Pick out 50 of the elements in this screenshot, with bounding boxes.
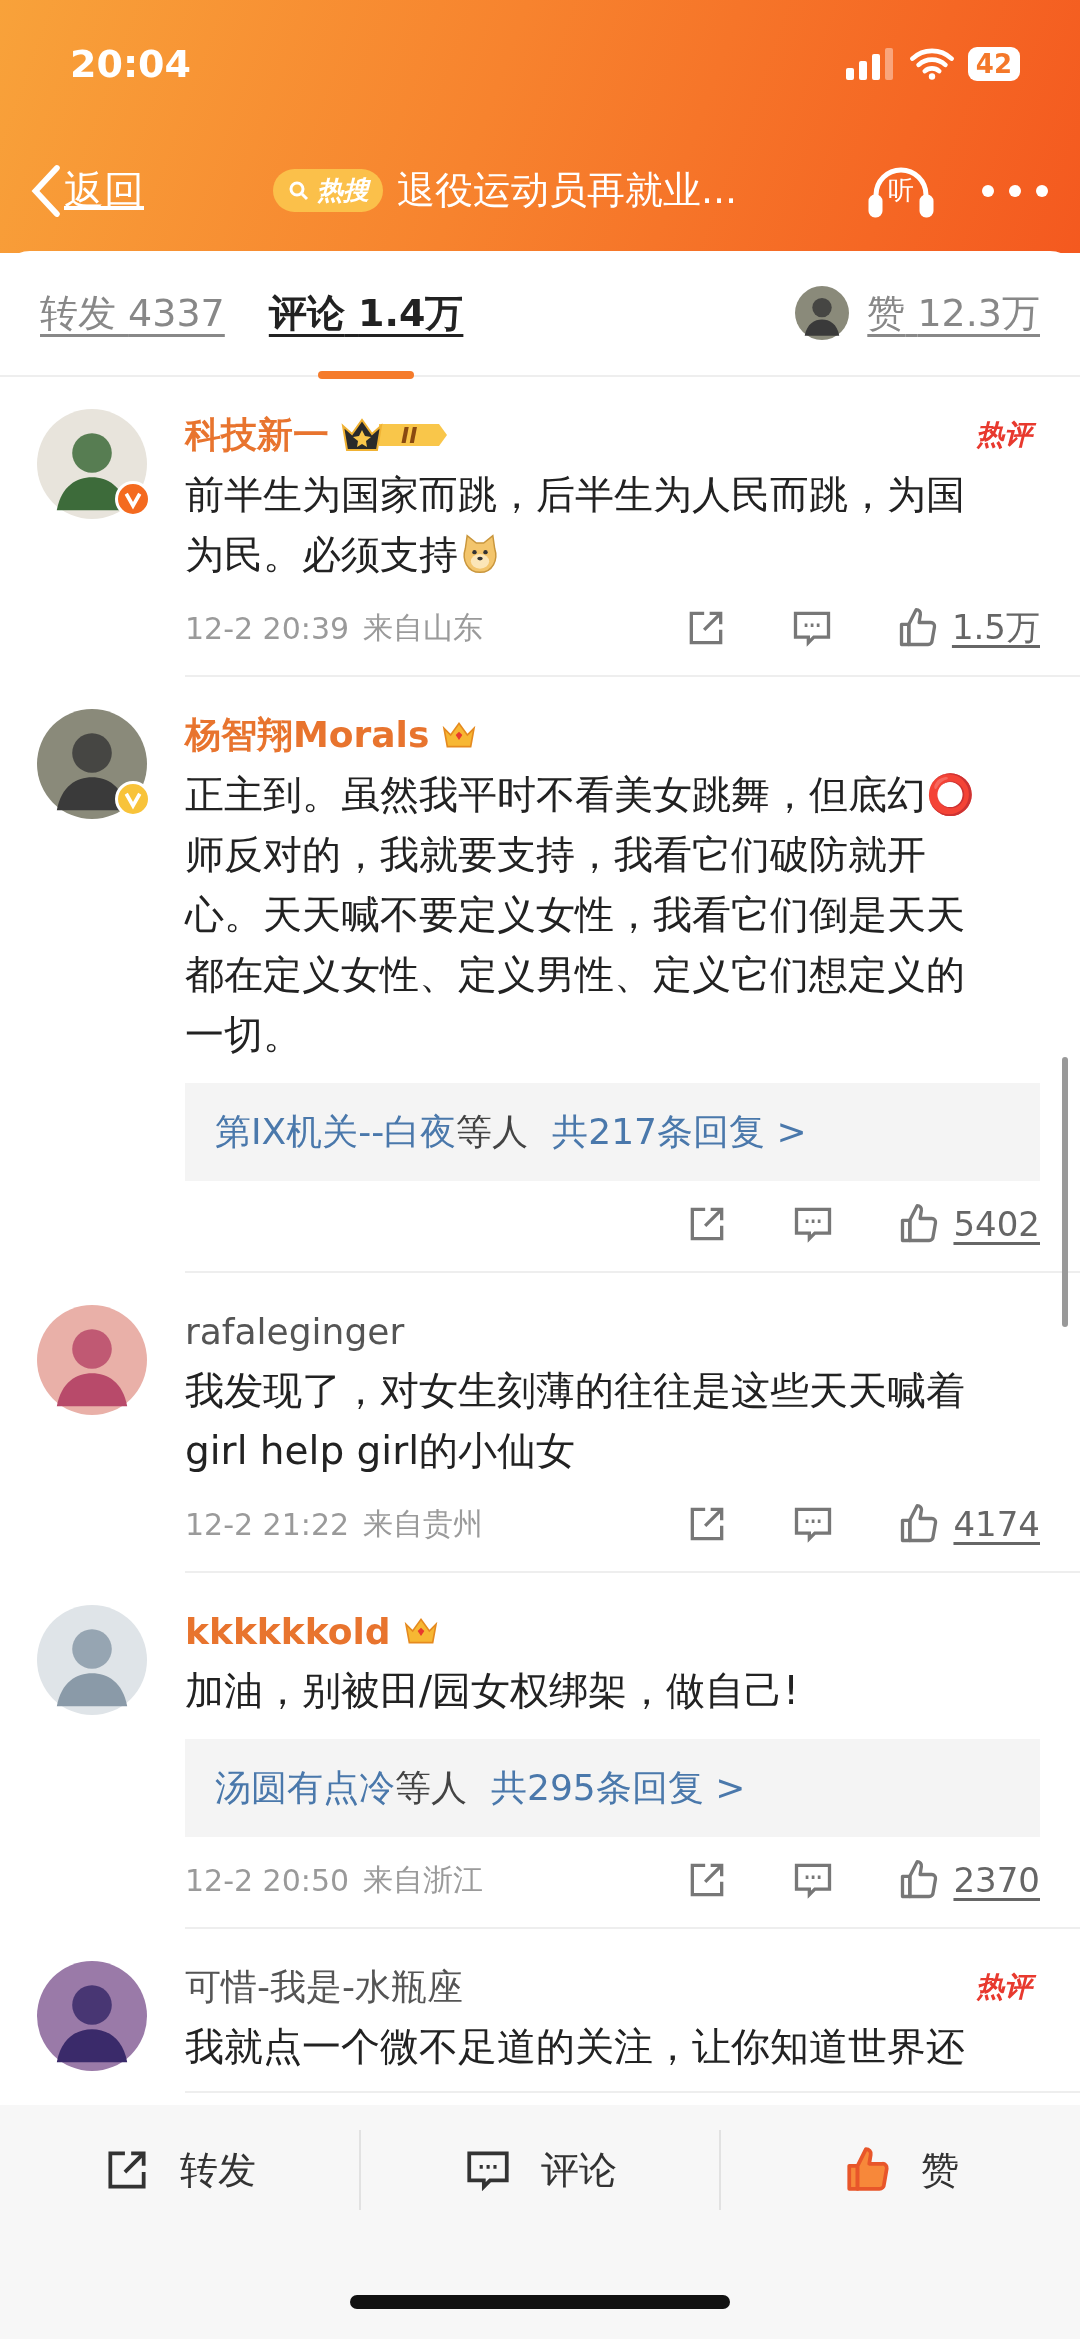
like-count[interactable]: 1.5万 bbox=[951, 605, 1040, 651]
comment-text: 正主到。虽然我平时不看美女跳舞，但底幻⭕师反对的，我就要支持，我看它们破防就开心。天天喊不要定义女性，我看它们倒是天天都在定义女性、定义男性、定义它们想定义的一切。 bbox=[185, 771, 976, 1059]
reply-suffix: 等人 bbox=[395, 1765, 467, 1810]
tab[interactable]: 评论 1.4万 bbox=[268, 287, 464, 339]
comment-time: 12-2 21:22 bbox=[185, 1506, 350, 1542]
comment-text: 我就点一个微不足道的关注，让你知道世界还 bbox=[185, 2023, 966, 2071]
reply-count-link[interactable]: 共295条回复 > bbox=[491, 1763, 746, 1813]
comment-text: 加油，别被田/园女权绑架，做自己! bbox=[185, 1667, 800, 1715]
avatar[interactable] bbox=[37, 409, 147, 519]
reply-suffix: 等人 bbox=[456, 1109, 529, 1154]
hot-comment-label: 热评 bbox=[974, 1966, 1040, 2008]
verified-badge-icon bbox=[115, 781, 151, 817]
username[interactable]: 科技新一 bbox=[185, 410, 329, 460]
repost-button[interactable]: 转发 bbox=[0, 2130, 359, 2210]
like-count[interactable]: 4174 bbox=[953, 1504, 1040, 1544]
avatar[interactable] bbox=[37, 709, 147, 819]
status-time: 20:04 bbox=[70, 42, 191, 86]
level-badge: II bbox=[339, 414, 449, 456]
comment-text: 前半生为国家而跳，后半生为人民而跳，为国为民。必须支持 bbox=[185, 471, 966, 579]
username[interactable]: rafaleginger bbox=[185, 1310, 405, 1352]
likes-tab[interactable]: 赞 12.3万 bbox=[867, 287, 1040, 339]
comment-time: 12-2 20:39 bbox=[185, 610, 350, 646]
reply-count-link[interactable]: 共217条回复 > bbox=[552, 1107, 807, 1157]
like-count[interactable]: 2370 bbox=[953, 1860, 1040, 1900]
comment-location: 来自山东 bbox=[363, 608, 484, 647]
avatar[interactable] bbox=[37, 1961, 147, 2071]
username[interactable]: 可惜-我是-水瓶座 bbox=[185, 1962, 463, 2012]
topic-title[interactable]: 退役运动员再就业... bbox=[396, 165, 738, 216]
back-button[interactable]: 返回 bbox=[30, 162, 144, 219]
replies-preview[interactable]: 第IX机关--白夜等人 共217条回复 > bbox=[185, 1083, 1040, 1181]
hot-comment-label: 热评 bbox=[974, 414, 1040, 456]
like-count[interactable]: 5402 bbox=[953, 1204, 1040, 1244]
verified-badge-icon bbox=[115, 481, 151, 517]
like-button[interactable]: 赞 bbox=[719, 2130, 1080, 2210]
comment-location: 来自贵州 bbox=[363, 1504, 484, 1543]
comment-text: 我发现了，对女生刻薄的往往是这些天天喊着girl help girl的小仙女 bbox=[185, 1367, 966, 1475]
listen-button[interactable]: 听 bbox=[866, 160, 936, 221]
username[interactable]: 杨智翔Morals bbox=[185, 710, 430, 760]
comment-location: 来自浙江 bbox=[363, 1860, 484, 1899]
comment-time: 12-2 20:50 bbox=[185, 1862, 350, 1898]
username[interactable]: kkkkkkold bbox=[185, 1610, 391, 1652]
wifi-icon bbox=[909, 48, 954, 80]
reply-author[interactable]: 第IX机关--白夜 bbox=[215, 1107, 457, 1157]
replies-preview[interactable]: 汤圆有点冷等人 共295条回复 > bbox=[185, 1739, 1040, 1837]
battery-level: 42 bbox=[967, 47, 1020, 81]
signal-icon bbox=[845, 48, 896, 80]
comment-button[interactable]: 评论 bbox=[358, 2130, 720, 2210]
reply-author[interactable]: 汤圆有点冷 bbox=[215, 1763, 395, 1813]
tab[interactable]: 转发 4337 bbox=[40, 287, 225, 339]
avatar[interactable] bbox=[795, 286, 850, 340]
